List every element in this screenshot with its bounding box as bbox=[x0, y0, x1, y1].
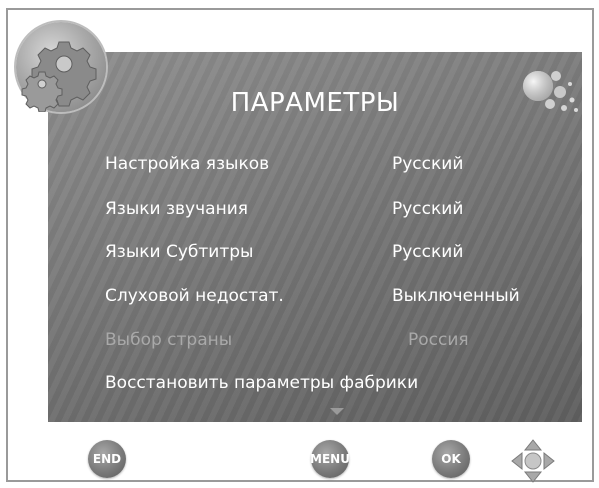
menu-item-label: Восстановить параметры фабрики bbox=[105, 373, 419, 393]
menu-item-label: Настройка языков bbox=[105, 154, 270, 174]
menu-item-label: Языки звучания bbox=[105, 199, 248, 219]
menu-item-value: Русский bbox=[392, 242, 464, 262]
menu-item-country-select: Выбор страны Россия bbox=[0, 330, 599, 354]
page-title: ПАРАМЕТРЫ bbox=[230, 88, 400, 118]
menu-item-audio-languages[interactable]: Языки звучания Русский bbox=[0, 199, 599, 223]
menu-item-hearing-impaired[interactable]: Слуховой недостат. Выключенный bbox=[0, 286, 599, 310]
dpad-icon[interactable] bbox=[510, 438, 556, 484]
menu-item-subtitle-languages[interactable]: Языки Субтитры Русский bbox=[0, 242, 599, 266]
chevron-down-icon[interactable] bbox=[330, 408, 344, 415]
menu-item-value: Выключенный bbox=[392, 286, 520, 306]
end-button[interactable]: END bbox=[88, 440, 126, 478]
ok-button[interactable]: OK bbox=[432, 440, 470, 478]
menu-item-label: Языки Субтитры bbox=[105, 242, 254, 262]
menu-item-value: Русский bbox=[392, 154, 464, 174]
menu-button[interactable]: MENU bbox=[310, 440, 350, 478]
menu-item-value: Россия bbox=[408, 330, 469, 350]
menu-item-label: Выбор страны bbox=[105, 330, 233, 350]
menu-item-label: Слуховой недостат. bbox=[105, 286, 284, 306]
menu-item-language-setup[interactable]: Настройка языков Русский bbox=[0, 154, 599, 178]
menu-item-factory-reset[interactable]: Восстановить параметры фабрики bbox=[0, 373, 599, 397]
menu-item-value: Русский bbox=[392, 199, 464, 219]
